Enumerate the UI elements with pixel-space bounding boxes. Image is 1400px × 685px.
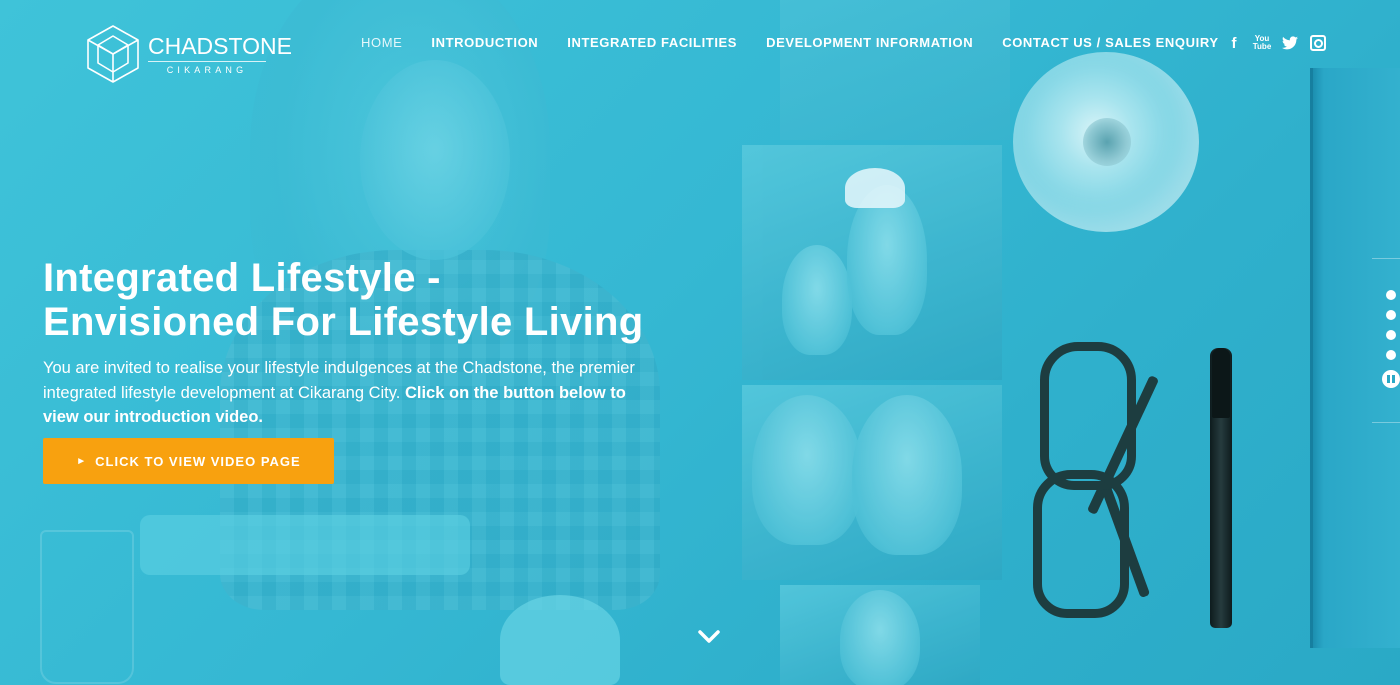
twitter-bird-icon bbox=[1282, 36, 1298, 50]
facebook-icon[interactable]: f bbox=[1226, 35, 1242, 52]
slider-dot[interactable] bbox=[1386, 350, 1396, 360]
play-icon: ► bbox=[76, 455, 88, 467]
view-video-button-label: CLICK TO VIEW VIDEO PAGE bbox=[95, 453, 301, 469]
nav-item-home[interactable]: HOME bbox=[361, 35, 402, 50]
slider-dot[interactable] bbox=[1386, 330, 1396, 340]
background-photo-glass bbox=[40, 530, 134, 684]
site-header: CHADSTONE CIKARANG HOME INTRODUCTION INT… bbox=[0, 0, 1400, 90]
nav-item-contact-us[interactable]: CONTACT US / SALES ENQUIRY bbox=[1002, 35, 1218, 50]
glasses-lens bbox=[1040, 342, 1136, 490]
youtube-icon[interactable]: You Tube bbox=[1252, 35, 1272, 51]
hero-title: Integrated Lifestyle - Envisioned For Li… bbox=[43, 256, 683, 344]
side-divider bbox=[1372, 422, 1400, 423]
hero-description: You are invited to realise your lifestyl… bbox=[43, 356, 663, 430]
main-nav: HOME INTRODUCTION INTEGRATED FACILITIES … bbox=[361, 35, 1248, 50]
chevron-down-icon[interactable] bbox=[696, 626, 722, 648]
nav-item-integrated-facilities[interactable]: INTEGRATED FACILITIES bbox=[567, 35, 737, 50]
background-photo-couple-icecream bbox=[742, 385, 1002, 580]
slider-dot[interactable] bbox=[1386, 310, 1396, 320]
pen-cap bbox=[1212, 348, 1230, 418]
social-links: f You Tube bbox=[1226, 35, 1326, 52]
side-divider bbox=[1372, 258, 1400, 259]
cube-logo-icon bbox=[87, 25, 139, 83]
slider-pagination bbox=[1382, 290, 1400, 388]
page: CHADSTONE CIKARANG HOME INTRODUCTION INT… bbox=[0, 0, 1400, 685]
view-video-button[interactable]: ► CLICK TO VIEW VIDEO PAGE bbox=[43, 438, 334, 484]
twitter-icon[interactable] bbox=[1282, 35, 1298, 51]
youtube-icon-bottom: Tube bbox=[1252, 42, 1272, 51]
glasses-lens bbox=[1033, 470, 1129, 618]
hero-title-line-1: Integrated Lifestyle - bbox=[43, 256, 441, 300]
instagram-icon[interactable] bbox=[1310, 35, 1326, 51]
background-photo-laptop bbox=[140, 515, 470, 575]
slider-dot[interactable] bbox=[1386, 290, 1396, 300]
logo-divider bbox=[148, 60, 266, 62]
background-photo-woman-face bbox=[360, 60, 510, 260]
brand-subtitle: CIKARANG bbox=[166, 64, 248, 75]
logo-text: CHADSTONE CIKARANG bbox=[148, 34, 292, 75]
background-photo-cup bbox=[500, 595, 620, 685]
nav-item-introduction[interactable]: INTRODUCTION bbox=[431, 35, 538, 50]
pause-icon[interactable] bbox=[1382, 370, 1400, 388]
background-photo-hat bbox=[845, 168, 905, 208]
background-photo-woman-laughing bbox=[780, 585, 980, 685]
hero: Integrated Lifestyle - Envisioned For Li… bbox=[43, 256, 683, 430]
brand-name: CHADSTONE bbox=[148, 32, 292, 59]
nav-item-development-information[interactable]: DEVELOPMENT INFORMATION bbox=[766, 35, 973, 50]
hero-title-line-2: Envisioned For Lifestyle Living bbox=[43, 300, 644, 344]
dandelion-seed-head bbox=[1083, 118, 1131, 166]
logo[interactable]: CHADSTONE CIKARANG bbox=[86, 24, 292, 84]
